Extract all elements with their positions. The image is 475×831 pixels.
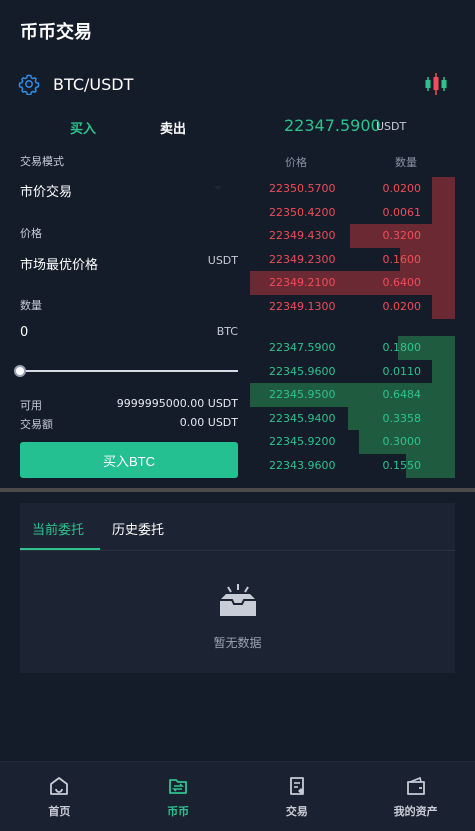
ask-depth-bar <box>432 177 455 201</box>
ask-row[interactable]: 22349.2100 0.6400 <box>250 271 455 295</box>
ask-qty: 0.1600 <box>382 252 422 266</box>
tab-current-orders[interactable]: 当前委托 <box>32 519 84 538</box>
bid-price: 22347.5900 <box>269 341 336 354</box>
bottom-nav: 首页 币币 交易 我的资产 <box>0 761 475 831</box>
ask-price: 22350.5700 <box>269 182 336 195</box>
ask-qty: 0.0061 <box>382 205 422 219</box>
nav-home[interactable]: 首页 <box>0 762 119 831</box>
bid-row[interactable]: 22343.9600 0.1550 <box>250 454 455 478</box>
buy-btc-button[interactable]: 买入BTC <box>20 442 238 478</box>
ask-qty: 0.3200 <box>382 229 422 243</box>
bid-price: 22345.9400 <box>269 411 336 425</box>
bid-row[interactable]: 22345.9400 0.3358 <box>250 406 455 431</box>
nav-label: 我的资产 <box>393 805 438 818</box>
nav-label: 交易 <box>285 805 308 818</box>
pair-selector[interactable]: BTC/USDT <box>18 70 133 98</box>
bid-row[interactable]: 22345.9500 0.6484 <box>250 383 455 407</box>
bid-row[interactable]: 22347.5900 0.1800 <box>250 336 455 360</box>
ask-row[interactable]: 22350.4200 0.0061 <box>250 200 455 225</box>
price-unit: USDT <box>207 254 238 267</box>
bid-qty: 0.3000 <box>382 435 422 449</box>
amount-unit: BTC <box>216 325 238 338</box>
nav-trade[interactable]: 交易 <box>238 762 357 831</box>
ask-price: 22349.4300 <box>269 229 336 243</box>
bid-qty: 0.3358 <box>382 411 422 425</box>
page-title: 币币交易 <box>20 22 92 43</box>
balance-label: 可用 <box>20 399 42 412</box>
nav-assets[interactable]: 我的资产 <box>356 762 475 831</box>
chevron-down-icon[interactable] <box>214 186 222 190</box>
ask-row[interactable]: 22349.4300 0.3200 <box>250 224 455 248</box>
active-tab-indicator <box>20 548 100 550</box>
ask-row[interactable]: 22350.5700 0.0200 <box>250 177 455 201</box>
nav-exchange[interactable]: 币币 <box>119 762 238 831</box>
gear-icon[interactable] <box>18 73 40 95</box>
bid-price: 22345.9200 <box>269 435 336 449</box>
ask-qty: 0.6400 <box>382 276 422 290</box>
bid-price: 22345.9500 <box>269 388 336 402</box>
orderbook-qty-header: 数量 <box>395 156 417 169</box>
trade-mode-label: 交易模式 <box>20 155 64 168</box>
bid-qty: 0.0110 <box>382 364 422 378</box>
ask-price: 22349.2100 <box>269 276 336 290</box>
nav-label: 首页 <box>48 805 71 818</box>
exchange-icon <box>169 779 188 794</box>
balance-value: 9999995000.00 USDT <box>116 397 238 410</box>
amount-label: 数量 <box>20 299 42 312</box>
section-divider <box>0 488 475 492</box>
ask-price: 22349.1300 <box>269 300 336 313</box>
total-label: 交易额 <box>20 418 53 431</box>
empty-label: 暂无数据 <box>213 636 262 650</box>
amount-input[interactable]: 0 <box>20 325 28 340</box>
amount-slider[interactable] <box>20 370 238 372</box>
bid-price: 22343.9600 <box>269 459 336 472</box>
slider-handle[interactable] <box>14 365 26 377</box>
last-price-unit: USDT <box>376 120 407 133</box>
nav-label: 币币 <box>167 805 190 818</box>
bid-price: 22345.9600 <box>269 364 336 378</box>
ask-row[interactable]: 22349.1300 0.0200 <box>250 295 455 319</box>
last-price: 22347.5900 <box>284 116 381 135</box>
ask-price: 22350.4200 <box>269 205 336 219</box>
tab-history-orders[interactable]: 历史委托 <box>112 519 164 538</box>
bid-qty: 0.6484 <box>382 388 422 402</box>
empty-box-icon <box>220 584 256 616</box>
orders-tab-bar <box>20 503 455 551</box>
home-icon <box>50 777 69 795</box>
bid-qty: 0.1800 <box>382 341 422 354</box>
ask-price: 22349.2300 <box>269 252 336 266</box>
total-value: 0.00 USDT <box>179 416 238 429</box>
wallet-icon <box>406 776 425 795</box>
ask-depth-bar <box>432 200 455 225</box>
ask-row[interactable]: 22349.2300 0.1600 <box>250 247 455 272</box>
bid-row[interactable]: 22345.9600 0.0110 <box>250 359 455 384</box>
tab-sell[interactable]: 卖出 <box>160 118 186 137</box>
ask-depth-bar <box>432 295 455 319</box>
bid-qty: 0.1550 <box>382 459 422 472</box>
empty-state-text: 暂无数据 <box>0 634 475 651</box>
price-field[interactable]: 市场最优价格 <box>20 254 98 273</box>
tab-buy[interactable]: 买入 <box>70 118 96 137</box>
bid-depth-bar <box>432 359 455 384</box>
ask-qty: 0.0200 <box>382 300 422 313</box>
price-label: 价格 <box>20 227 42 240</box>
candlestick-chart-icon[interactable] <box>423 71 449 97</box>
bid-row[interactable]: 22345.9200 0.3000 <box>250 430 455 454</box>
trade-mode-select[interactable]: 市价交易 <box>20 181 72 200</box>
trade-doc-icon <box>289 777 304 795</box>
ask-qty: 0.0200 <box>382 182 422 195</box>
orderbook-price-header: 价格 <box>285 156 307 169</box>
pair-name: BTC/USDT <box>53 74 134 94</box>
